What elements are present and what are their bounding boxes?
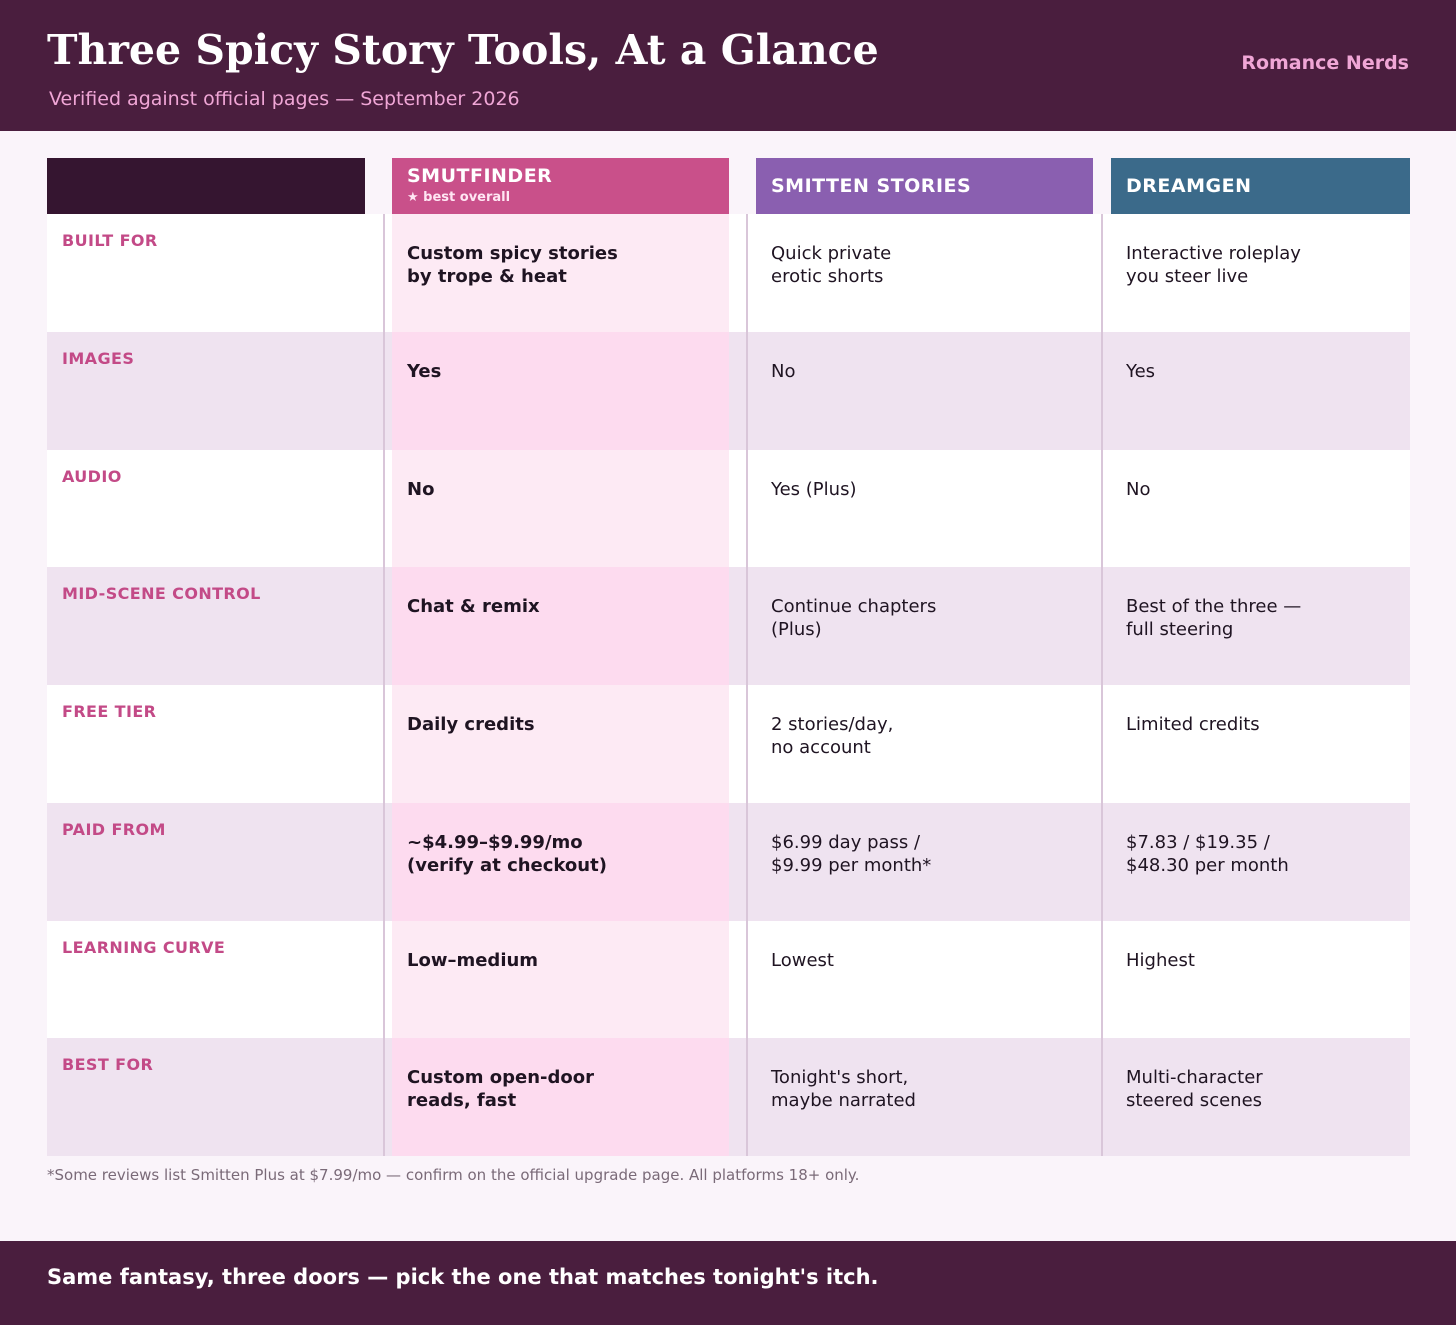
table-cell: Yes bbox=[407, 360, 442, 382]
page-title: Three Spicy Story Tools, At a Glance bbox=[47, 26, 879, 74]
column-divider bbox=[1101, 214, 1103, 1156]
column-header-name: SMUTFINDER bbox=[407, 165, 553, 187]
row-label: IMAGES bbox=[62, 348, 135, 368]
table-cell: ~$4.99–$9.99/mo (verify at checkout) bbox=[407, 831, 607, 876]
table-cell: Custom open-door reads, fast bbox=[407, 1067, 594, 1112]
table-cell: 2 stories/day, no account bbox=[771, 714, 894, 758]
footnote: *Some reviews list Smitten Plus at $7.99… bbox=[47, 1166, 860, 1184]
highlight-column-cell bbox=[392, 567, 729, 685]
table-cell: Custom spicy stories by trope & heat bbox=[407, 243, 618, 287]
table-cell: Highest bbox=[1126, 949, 1195, 971]
row-label: MID-SCENE CONTROL bbox=[62, 584, 261, 604]
footer-tagline: Same fantasy, three doors — pick the one… bbox=[47, 1265, 879, 1289]
column-header-smutfinder: SMUTFINDER ★ best overall bbox=[392, 158, 729, 214]
brand-name: Romance Nerds bbox=[1241, 52, 1409, 74]
highlight-column-cell bbox=[392, 331, 729, 450]
table-cell: Quick private erotic shorts bbox=[771, 243, 892, 287]
table-cell: Low–medium bbox=[407, 949, 539, 971]
row-label: PAID FROM bbox=[62, 819, 166, 839]
header-banner: Three Spicy Story Tools, At a Glance Ver… bbox=[0, 0, 1456, 131]
highlight-column-cell bbox=[392, 685, 729, 803]
table-cell: Lowest bbox=[771, 949, 834, 971]
column-header-name: SMITTEN STORIES bbox=[771, 175, 972, 197]
column-header-dreamgen: DREAMGEN bbox=[1111, 158, 1410, 214]
column-header-name: DREAMGEN bbox=[1126, 175, 1252, 197]
highlight-column-cell bbox=[392, 920, 729, 1039]
row-label: AUDIO bbox=[62, 466, 122, 486]
best-overall-badge: ★ best overall bbox=[407, 190, 511, 205]
page-subtitle: Verified against official pages — Septem… bbox=[49, 88, 520, 110]
table-cell: Best of the three — full steering bbox=[1126, 596, 1302, 641]
table-cell: Chat & remix bbox=[407, 596, 540, 618]
table-cell: Daily credits bbox=[407, 714, 535, 735]
corner-header-cell bbox=[47, 158, 365, 214]
column-header-smitten-stories: SMITTEN STORIES bbox=[756, 158, 1093, 214]
row-label: BEST FOR bbox=[62, 1055, 154, 1075]
footer-banner: Same fantasy, three doors — pick the one… bbox=[0, 1241, 1456, 1325]
column-divider bbox=[746, 214, 748, 1156]
table-cell: No bbox=[407, 478, 435, 500]
table-cell: No bbox=[771, 360, 796, 382]
row-label: BUILT FOR bbox=[62, 231, 158, 250]
highlight-column-cell bbox=[392, 449, 729, 568]
table-cell: Continue chapters (Plus) bbox=[771, 596, 937, 641]
table-cell: Yes (Plus) bbox=[771, 478, 857, 500]
table-cell: Tonight's short, maybe narrated bbox=[771, 1067, 916, 1112]
row-label: FREE TIER bbox=[62, 702, 157, 721]
table-cell: Limited credits bbox=[1126, 714, 1260, 735]
table-cell: Interactive roleplay you steer live bbox=[1126, 243, 1301, 287]
table-cell: $7.83 / $19.35 / $48.30 per month bbox=[1126, 831, 1289, 876]
table-cell: $6.99 day pass / $9.99 per month* bbox=[771, 831, 932, 876]
table-cell: Yes bbox=[1126, 360, 1156, 382]
table-cell: Multi-character steered scenes bbox=[1126, 1067, 1263, 1112]
column-divider bbox=[383, 214, 385, 1156]
table-cell: No bbox=[1126, 478, 1151, 500]
row-label: LEARNING CURVE bbox=[62, 937, 226, 957]
